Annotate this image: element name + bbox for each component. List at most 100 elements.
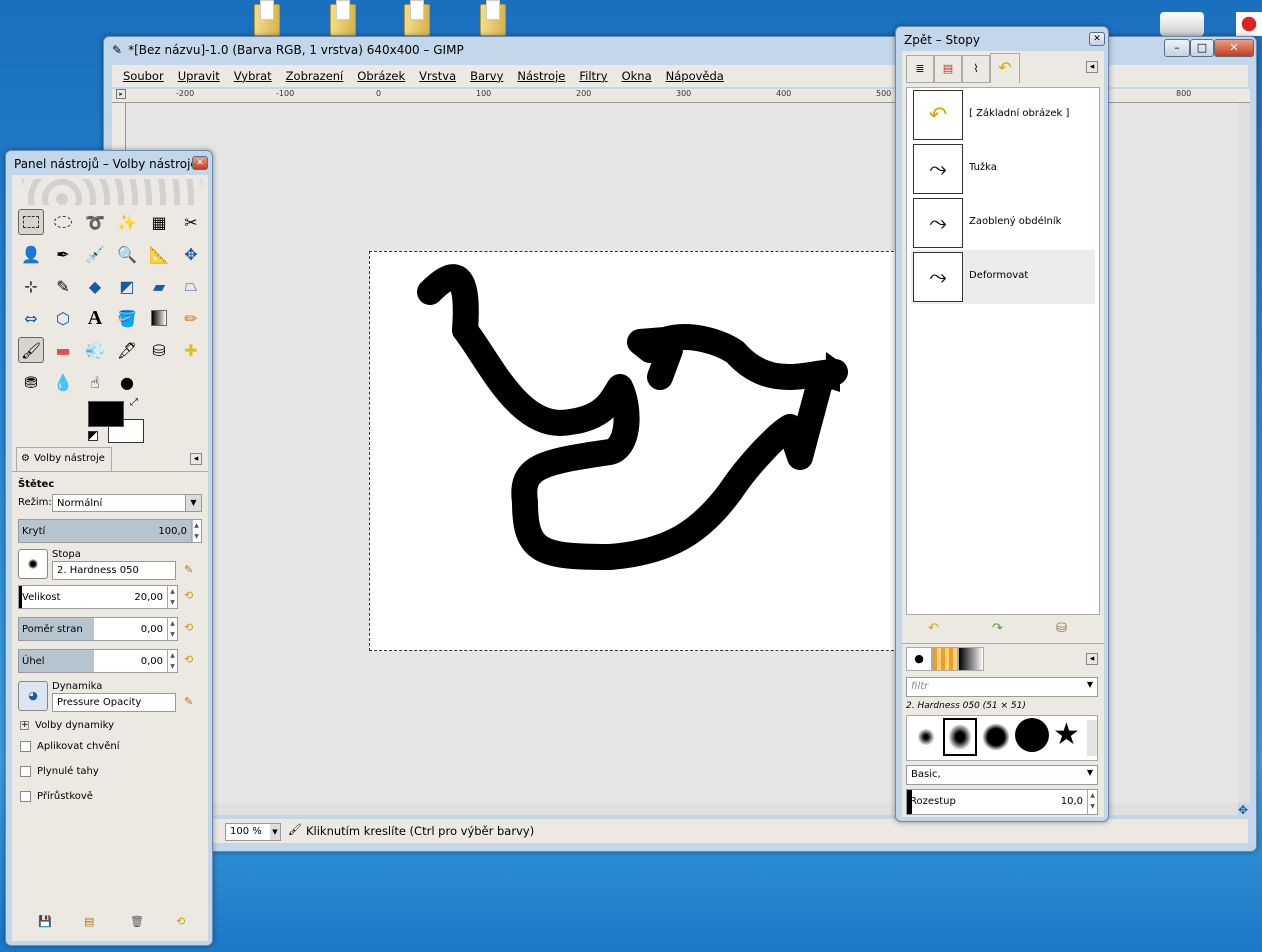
tab-channels[interactable]: ▤ bbox=[934, 55, 962, 83]
tag-select[interactable]: Basic, ▼ bbox=[906, 765, 1098, 785]
select-by-color-tool-icon[interactable]: ▦ bbox=[146, 209, 172, 235]
checkbox-icon[interactable] bbox=[20, 791, 31, 802]
default-colors-icon[interactable] bbox=[88, 431, 98, 441]
brush-hardness-100-icon[interactable] bbox=[1015, 718, 1049, 752]
tab-menu-icon[interactable]: ◂ bbox=[190, 453, 202, 465]
tab-undo-history[interactable]: ↶ bbox=[990, 53, 1020, 83]
desktop-folder-icon[interactable] bbox=[252, 0, 282, 36]
vertical-scrollbar[interactable] bbox=[1238, 103, 1250, 803]
menu-select[interactable]: Vybrat bbox=[227, 65, 279, 87]
aspect-spin-icon[interactable]: ▲ ▼ bbox=[167, 618, 177, 640]
spacing-slider[interactable]: Rozestup 10,0 ▲ ▼ bbox=[906, 789, 1098, 815]
checkbox-icon[interactable] bbox=[20, 766, 31, 777]
paths-tool-icon[interactable]: ✒ bbox=[50, 241, 76, 267]
reset-angle-icon[interactable]: ⟲ bbox=[184, 653, 193, 666]
list-item[interactable]: ⤳ Zaoblený obdélník bbox=[911, 196, 1095, 250]
minimize-button[interactable]: – bbox=[1164, 39, 1190, 57]
tab-layers[interactable]: ≣ bbox=[906, 55, 934, 83]
crop-tool-icon[interactable]: ✎ bbox=[50, 273, 76, 299]
brush-preview[interactable] bbox=[18, 549, 48, 579]
ellipse-select-tool-icon[interactable] bbox=[50, 209, 76, 235]
restore-options-icon[interactable]: ▤ bbox=[84, 915, 94, 928]
brush-hardness-050-icon[interactable] bbox=[943, 718, 977, 756]
list-item[interactable]: ↶ [ Základní obrázek ] bbox=[911, 88, 1095, 142]
flip-tool-icon[interactable]: ⇔ bbox=[18, 305, 44, 331]
rect-select-tool-icon[interactable] bbox=[18, 209, 44, 235]
chevron-down-icon[interactable]: ▼ bbox=[1087, 680, 1093, 689]
redo-button-icon[interactable]: ↷ bbox=[992, 621, 1003, 636]
spacing-spin-icon[interactable]: ▲ ▼ bbox=[1087, 790, 1097, 814]
menu-colors[interactable]: Barvy bbox=[463, 65, 510, 87]
zoom-tool-icon[interactable]: 🔍 bbox=[114, 241, 140, 267]
menu-image[interactable]: Obrázek bbox=[350, 65, 412, 87]
angle-slider[interactable]: Úhel 0,00 ▲ ▼ bbox=[18, 649, 178, 673]
dynamics-icon[interactable]: ◕ bbox=[18, 681, 48, 711]
desktop-app-icon[interactable] bbox=[1236, 12, 1262, 36]
list-item[interactable]: ⤳ Tužka bbox=[911, 142, 1095, 196]
dynamics-options-expander[interactable]: + Volby dynamiky bbox=[20, 720, 114, 731]
move-tool-icon[interactable]: ✥ bbox=[178, 241, 204, 267]
text-tool-icon[interactable]: A bbox=[82, 305, 108, 331]
incremental-checkbox[interactable]: Přírůstkově bbox=[20, 791, 93, 802]
rotate-tool-icon[interactable]: ◆ bbox=[82, 273, 108, 299]
angle-spin-icon[interactable]: ▲ ▼ bbox=[167, 650, 177, 672]
checkbox-icon[interactable] bbox=[20, 741, 31, 752]
pencil-tool-icon[interactable]: ✏ bbox=[178, 305, 204, 331]
dodge-burn-tool-icon[interactable]: ● bbox=[114, 369, 140, 395]
bucket-fill-tool-icon[interactable]: 🪣 bbox=[114, 305, 140, 331]
foreground-color-swatch[interactable] bbox=[88, 401, 124, 427]
smooth-stroke-checkbox[interactable]: Plynulé tahy bbox=[20, 766, 99, 777]
align-tool-icon[interactable]: ⊹ bbox=[18, 273, 44, 299]
expand-icon[interactable]: + bbox=[20, 721, 29, 730]
opacity-slider[interactable]: Krytí 100,0 ▲ ▼ bbox=[18, 519, 202, 543]
fuzzy-select-tool-icon[interactable]: ✨ bbox=[114, 209, 140, 235]
reset-size-icon[interactable]: ⟲ bbox=[184, 589, 193, 602]
chevron-down-icon[interactable]: ▼ bbox=[185, 495, 201, 511]
reset-aspect-icon[interactable]: ⟲ bbox=[184, 621, 193, 634]
size-spin-icon[interactable]: ▲ ▼ bbox=[167, 586, 177, 608]
ink-tool-icon[interactable]: 🖋 bbox=[114, 337, 140, 363]
menu-edit[interactable]: Upravit bbox=[171, 65, 227, 87]
undo-button-icon[interactable]: ↶ bbox=[928, 621, 939, 636]
tab-menu-icon[interactable]: ◂ bbox=[1086, 61, 1098, 73]
dynamics-field[interactable]: Pressure Opacity bbox=[52, 693, 176, 712]
edit-dynamics-icon[interactable]: ✎ bbox=[184, 695, 193, 708]
tab-paths[interactable]: ⌇ bbox=[962, 55, 990, 83]
tab-brushes[interactable]: ● bbox=[906, 647, 932, 671]
close-button[interactable]: ✕ bbox=[1214, 39, 1254, 57]
star-brush-icon[interactable]: ★ bbox=[1053, 718, 1080, 752]
list-item[interactable]: ⤳ Deformovat bbox=[911, 250, 1095, 304]
color-picker-tool-icon[interactable]: 💉 bbox=[82, 241, 108, 267]
brush-hardness-025-icon[interactable] bbox=[911, 722, 941, 752]
menu-tools[interactable]: Nástroje bbox=[510, 65, 572, 87]
dock-close-button[interactable]: ✕ bbox=[1089, 32, 1105, 46]
save-options-icon[interactable]: 💾 bbox=[38, 915, 52, 928]
tab-tool-options[interactable]: ⚙ Volby nástroje bbox=[16, 447, 112, 471]
scissors-tool-icon[interactable]: ✂ bbox=[178, 209, 204, 235]
perspective-tool-icon[interactable]: ⏢ bbox=[178, 273, 204, 299]
toolbox-close-button[interactable]: ✕ bbox=[192, 156, 208, 170]
foreground-select-tool-icon[interactable]: 👤 bbox=[18, 241, 44, 267]
swap-colors-icon[interactable]: ⤢ bbox=[130, 397, 138, 408]
lasso-tool-icon[interactable]: ➰ bbox=[82, 209, 108, 235]
maximize-button[interactable]: □ bbox=[1190, 39, 1214, 57]
tab-menu-icon[interactable]: ◂ bbox=[1086, 653, 1098, 665]
brush-hardness-075-icon[interactable] bbox=[981, 722, 1011, 752]
desktop-folder-icon[interactable] bbox=[328, 0, 358, 36]
opacity-spin-icon[interactable]: ▲ ▼ bbox=[191, 520, 201, 542]
chevron-down-icon[interactable]: ▼ bbox=[270, 824, 280, 840]
smudge-tool-icon[interactable]: ☝ bbox=[82, 369, 108, 395]
brush-grid-scrollbar[interactable] bbox=[1087, 720, 1097, 756]
clone-tool-icon[interactable]: ⛁ bbox=[146, 337, 172, 363]
eraser-tool-icon[interactable]: ▬ bbox=[50, 337, 76, 363]
filter-input[interactable]: filtr ▼ bbox=[906, 677, 1098, 697]
desktop-app-icon[interactable] bbox=[1160, 12, 1204, 36]
edit-brush-icon[interactable]: ✎ bbox=[184, 563, 193, 576]
measure-tool-icon[interactable]: 📐 bbox=[146, 241, 172, 267]
tab-patterns[interactable] bbox=[932, 647, 958, 671]
delete-options-icon[interactable]: 🗑 bbox=[130, 915, 144, 928]
menu-view[interactable]: Zobrazení bbox=[279, 65, 351, 87]
perspective-clone-tool-icon[interactable]: ⛃ bbox=[18, 369, 44, 395]
image-canvas[interactable] bbox=[369, 251, 929, 651]
airbrush-tool-icon[interactable]: 💨 bbox=[82, 337, 108, 363]
